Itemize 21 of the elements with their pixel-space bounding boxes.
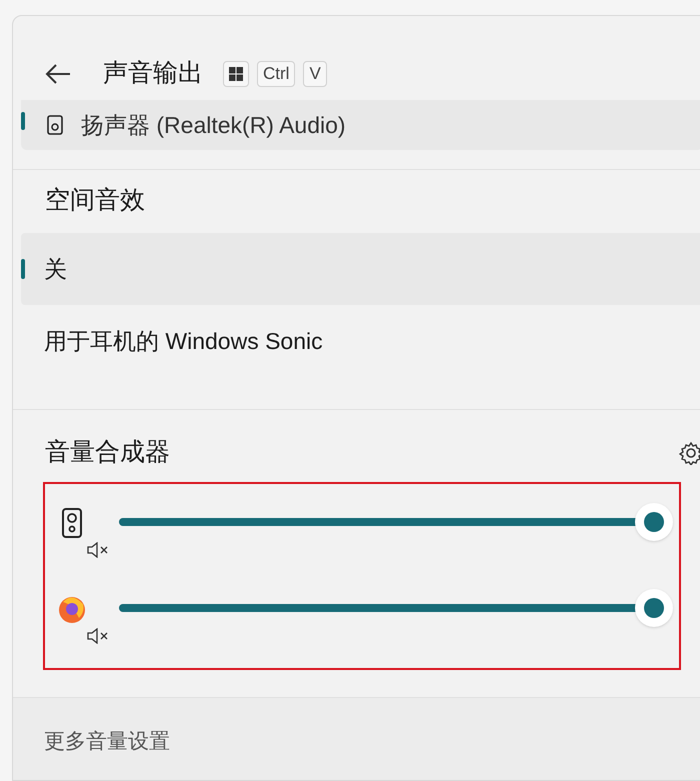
back-arrow-icon[interactable] xyxy=(45,63,71,85)
key-label: V xyxy=(303,61,327,87)
key-label: Ctrl xyxy=(257,61,296,87)
speaker-icon xyxy=(62,508,82,538)
more-settings-link[interactable]: 更多音量设置 xyxy=(44,730,170,753)
section-heading: 音量合成器 xyxy=(45,437,170,468)
volume-slider[interactable] xyxy=(119,589,673,627)
selection-indicator xyxy=(21,259,25,279)
speaker-icon xyxy=(47,115,63,135)
section-heading: 空间音效 xyxy=(44,185,146,216)
volume-slider[interactable] xyxy=(119,503,673,541)
slider-thumb[interactable] xyxy=(635,503,673,541)
option-item[interactable]: 用于耳机的 Windows Sonic xyxy=(21,305,700,377)
mute-icon[interactable] xyxy=(87,628,109,644)
slider-thumb[interactable] xyxy=(635,589,673,627)
option-item[interactable]: 关 xyxy=(21,233,700,305)
windows-icon xyxy=(229,67,243,81)
browser-icon xyxy=(57,594,87,624)
panel-title: 声音输出 xyxy=(103,58,203,90)
mute-icon[interactable] xyxy=(87,542,109,558)
settings-icon[interactable] xyxy=(679,441,700,465)
